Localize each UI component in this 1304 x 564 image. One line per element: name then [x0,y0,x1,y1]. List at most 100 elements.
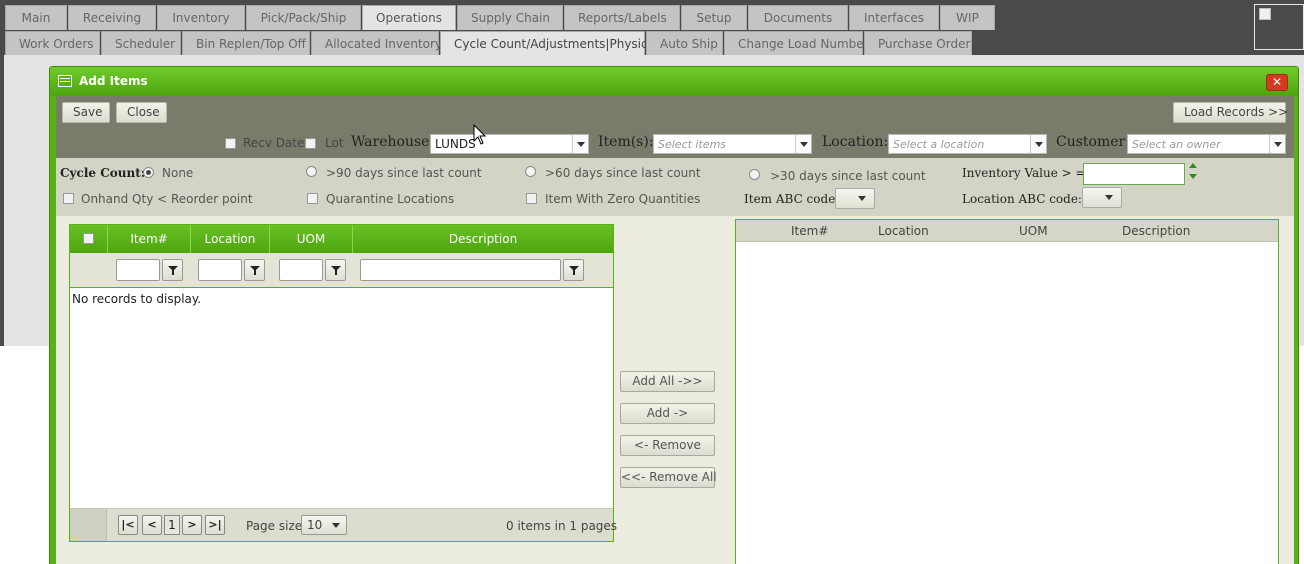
tab-documents[interactable]: Documents [748,5,848,30]
add-items-dialog: Add Items ✕ Save Close Load Records >> R… [49,66,1299,564]
location-select[interactable]: Select a location [888,134,1047,154]
subtab-work-orders[interactable]: Work Orders [5,31,100,56]
filter-row [70,253,613,288]
tab-setup[interactable]: Setup [681,5,747,30]
warehouse-value: LUNDS [435,137,476,151]
item-abc-label: Item ABC code: [744,192,840,206]
tab-main[interactable]: Main [5,5,67,30]
location-filter-input[interactable] [198,259,242,281]
items-label: Item(s): [598,134,654,150]
over-90-days-radio[interactable] [306,166,317,177]
filter-icon[interactable] [244,259,265,281]
uom-filter-input[interactable] [279,259,323,281]
filter-icon[interactable] [162,259,183,281]
inventory-value-input[interactable] [1083,163,1185,185]
grid-header: Item# Location UOM Description [70,225,613,253]
tab-pick-pack-ship[interactable]: Pick/Pack/Ship [246,5,361,30]
filter-panel: Cycle Count: None >90 days since last co… [56,158,1294,216]
location-label: Location: [822,134,889,150]
quarantine-checkbox[interactable] [307,193,318,204]
filter-icon[interactable] [325,259,346,281]
subtab-allocated-inventory[interactable]: Allocated Inventory [311,31,442,56]
tab-interfaces[interactable]: Interfaces [849,5,939,30]
selected-items-grid: Item# Location UOM Description [735,219,1279,564]
over-30-days-radio[interactable] [749,169,760,180]
broken-image-icon [1254,4,1304,50]
page-size-select[interactable]: 10 [301,515,347,535]
load-records-button[interactable]: Load Records >> [1173,102,1288,123]
mouse-cursor-icon [473,124,487,145]
column-uom[interactable]: UOM [270,225,353,253]
customer-placeholder: Select an owner [1132,138,1221,151]
available-items-grid: Item# Location UOM Description No record… [69,224,618,542]
save-button[interactable]: Save [62,102,110,123]
customer-select[interactable]: Select an owner [1127,134,1286,154]
selected-column-item[interactable]: Item# [791,224,828,238]
item-filter-input[interactable] [116,259,160,281]
select-all-checkbox[interactable] [83,233,94,244]
page-size-label: Page size: [246,519,307,533]
first-page-icon[interactable]: |< [118,515,138,535]
subtab-cycle-count[interactable]: Cycle Count/Adjustments|Physical [440,31,658,56]
tab-supply-chain[interactable]: Supply Chain [457,5,563,30]
over-30-days-label: >30 days since last count [770,169,926,183]
chevron-down-icon[interactable] [572,135,588,153]
subtab-purchase-order[interactable]: Purchase Order [864,31,972,56]
over-60-days-label: >60 days since last count [545,166,701,180]
remove-all-button[interactable]: <<- Remove All [620,467,717,488]
tab-reports-labels[interactable]: Reports/Labels [564,5,680,30]
location-abc-select[interactable] [1082,187,1122,208]
main-tab-row: Main Receiving Inventory Pick/Pack/Ship … [5,5,996,30]
tab-wip[interactable]: WIP [940,5,995,30]
add-button[interactable]: Add -> [620,403,715,424]
lot-checkbox[interactable] [305,138,316,149]
chevron-down-icon[interactable] [1030,135,1046,153]
tab-operations[interactable]: Operations [362,5,456,30]
location-abc-label: Location ABC code: [962,192,1082,206]
item-abc-select[interactable] [835,188,875,209]
description-filter-input[interactable] [360,259,561,281]
tab-receiving[interactable]: Receiving [68,5,156,30]
none-label: None [162,166,194,180]
subtab-bin-replen[interactable]: Bin Replen/Top Off [182,31,310,56]
selected-column-location[interactable]: Location [878,224,929,238]
chevron-down-icon[interactable] [1269,135,1285,153]
page-number[interactable]: 1 [164,515,180,535]
close-button[interactable]: Close [116,102,167,123]
cycle-count-label: Cycle Count: [60,166,146,180]
column-description[interactable]: Description [353,225,613,253]
selected-column-description[interactable]: Description [1122,224,1190,238]
items-select[interactable]: Select items [653,134,812,154]
onhand-checkbox[interactable] [63,193,74,204]
onhand-label: Onhand Qty < Reorder point [81,192,253,206]
spin-down-icon[interactable] [1189,174,1197,179]
filter-icon[interactable] [563,259,584,281]
none-radio[interactable] [143,167,154,178]
dialog-titlebar[interactable]: Add Items ✕ [50,67,1298,96]
items-placeholder: Select items [658,138,727,151]
dialog-close-icon[interactable]: ✕ [1266,74,1288,91]
dialog-content: Save Close Load Records >> Recv Date Lot… [56,96,1294,564]
remove-button[interactable]: <- Remove [620,435,715,456]
column-location[interactable]: Location [191,225,270,253]
tab-inventory[interactable]: Inventory [157,5,245,30]
selected-column-uom[interactable]: UOM [1019,224,1048,238]
warehouse-select[interactable]: LUNDS [430,134,589,154]
last-page-icon[interactable]: >| [205,515,225,535]
selected-grid-header: Item# Location UOM Description [736,220,1278,242]
pager-summary: 0 items in 1 pages [506,519,618,533]
add-all-button[interactable]: Add All ->> [620,371,715,392]
subtab-scheduler[interactable]: Scheduler [101,31,181,56]
zero-qty-checkbox[interactable] [526,193,537,204]
quarantine-label: Quarantine Locations [326,192,455,206]
over-60-days-radio[interactable] [525,166,536,177]
subtab-change-load-number[interactable]: Change Load Number [724,31,869,56]
next-page-icon[interactable]: > [182,515,202,535]
recv-date-label: Recv Date [243,136,305,150]
prev-page-icon[interactable]: < [142,515,162,535]
chevron-down-icon[interactable] [795,135,811,153]
spin-up-icon[interactable] [1189,163,1197,168]
column-item[interactable]: Item# [108,225,191,253]
subtab-auto-ship[interactable]: Auto Ship [646,31,723,56]
recv-date-checkbox[interactable] [225,138,236,149]
